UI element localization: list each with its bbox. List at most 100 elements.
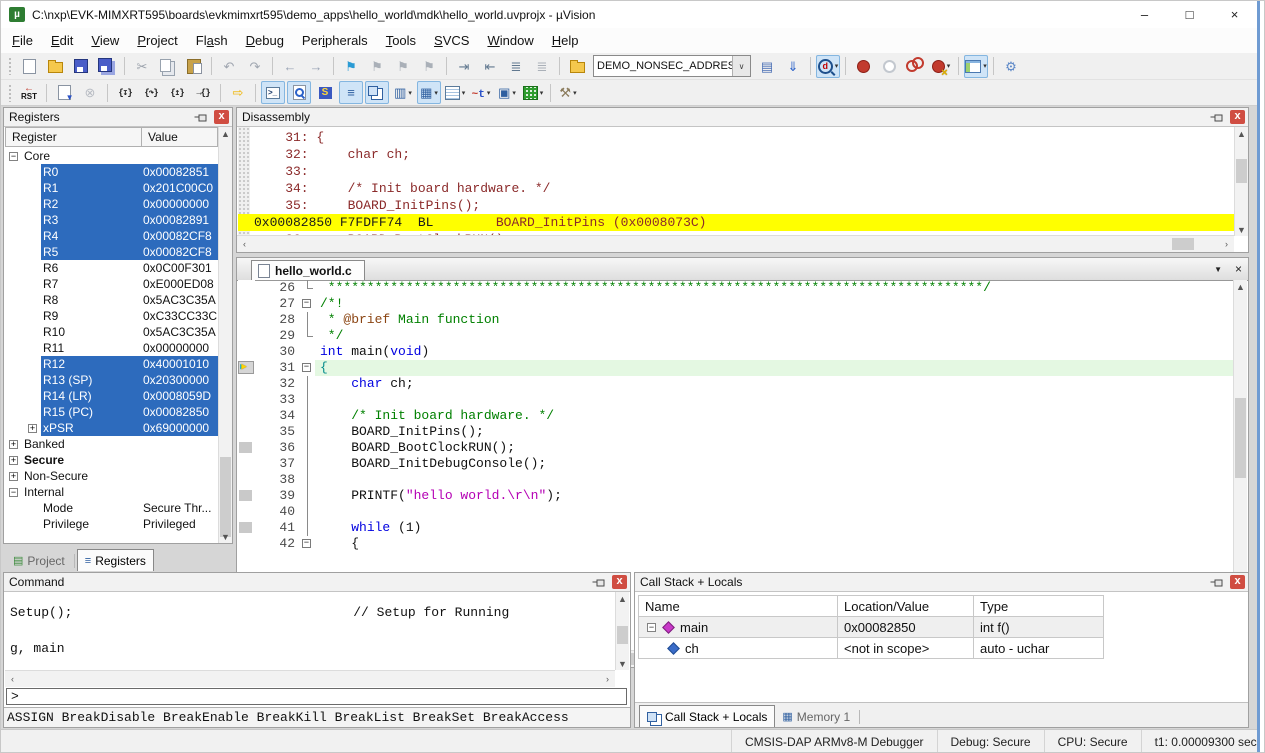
editor-line-38[interactable]: 38 (238, 472, 1233, 488)
menu-file[interactable]: File (4, 30, 41, 51)
close-icon[interactable]: x (214, 110, 229, 124)
register-row-xpsr[interactable]: +xPSR0x69000000 (5, 420, 218, 436)
window-layout-button[interactable]: ▾ (964, 55, 988, 78)
register-row-r7[interactable]: R70xE000ED08 (5, 276, 218, 292)
register-row-r4[interactable]: R40x00082CF8 (5, 228, 218, 244)
menu-flash[interactable]: Flash (188, 30, 236, 51)
indent-button[interactable]: ⇥ (452, 55, 476, 78)
column-header-location[interactable]: Location/Value (838, 595, 974, 617)
call-stack-window-button[interactable] (365, 81, 389, 104)
toolbox-button[interactable]: ⚒▾ (556, 81, 580, 104)
fold-margin[interactable] (301, 312, 315, 328)
editor-line-28[interactable]: 28 * @brief Main function (238, 312, 1233, 328)
tab-registers[interactable]: ≡ Registers (77, 549, 154, 571)
register-row-r5[interactable]: R50x00082CF8 (5, 244, 218, 260)
copy-button[interactable] (156, 55, 180, 78)
expander-icon[interactable]: − (647, 623, 656, 632)
disassembly-vscrollbar[interactable]: ▲ ▼ (1234, 127, 1248, 236)
tab-hello-world-c[interactable]: hello_world.c (251, 260, 365, 280)
disassembly-window-button[interactable] (287, 81, 311, 104)
editor-line-35[interactable]: 35 BOARD_InitPins(); (238, 424, 1233, 440)
close-icon[interactable]: x (612, 575, 627, 589)
undo-button[interactable]: ↶ (217, 55, 241, 78)
command-output[interactable]: Setup(); // Setup for Running g, main (5, 592, 615, 670)
fold-margin[interactable] (301, 488, 315, 504)
fold-margin[interactable]: − (301, 296, 315, 312)
menu-tools[interactable]: Tools (378, 30, 424, 51)
tab-memory-1[interactable]: ▦ Memory 1 (775, 706, 857, 727)
expander-icon[interactable]: + (9, 440, 18, 449)
expander-icon[interactable]: − (9, 488, 18, 497)
column-header-register[interactable]: Register (5, 127, 142, 147)
register-row-non-secure[interactable]: +Non-Secure (5, 468, 218, 484)
register-row-r3[interactable]: R30x00082891 (5, 212, 218, 228)
menu-edit[interactable]: Edit (43, 30, 81, 51)
register-row-r10[interactable]: R100x5AC3C35A (5, 324, 218, 340)
menu-view[interactable]: View (83, 30, 127, 51)
analysis-window-button[interactable]: ~t▾ (469, 81, 493, 104)
open-folder-button[interactable] (43, 55, 67, 78)
kill-all-breakpoints-button[interactable] (903, 55, 927, 78)
register-row-r6[interactable]: R60x0C00F301 (5, 260, 218, 276)
fold-margin[interactable] (301, 472, 315, 488)
editor-line-30[interactable]: 30int main(void) (238, 344, 1233, 360)
register-row-r0[interactable]: R00x00082851 (5, 164, 218, 180)
pin-icon[interactable] (1211, 576, 1224, 588)
menu-window[interactable]: Window (479, 30, 541, 51)
editor-line-41[interactable]: 41 while (1) (238, 520, 1233, 536)
editor-line-34[interactable]: 34 /* Init board hardware. */ (238, 408, 1233, 424)
fold-margin[interactable] (301, 456, 315, 472)
symbol-window-button[interactable] (313, 81, 337, 104)
editor-line-39[interactable]: 39 PRINTF("hello world.\r\n"); (238, 488, 1233, 504)
memory-window-button[interactable]: ▦▾ (417, 81, 441, 104)
register-row-r8[interactable]: R80x5AC3C35A (5, 292, 218, 308)
chevron-down-icon[interactable]: ▾ (408, 89, 412, 97)
find-in-files-button[interactable]: d▾ (816, 55, 840, 78)
registers-scrollbar[interactable]: ▲ ▼ (218, 127, 232, 543)
register-row-r13-sp-[interactable]: R13 (SP)0x20300000 (5, 372, 218, 388)
disassembly-content[interactable]: ▶ 31: { 32: char ch; 33: 34: /* Init boa… (238, 127, 1234, 236)
fold-margin[interactable] (301, 408, 315, 424)
step-out-button[interactable]: {↥} (165, 81, 189, 104)
close-icon[interactable]: x (1230, 110, 1245, 124)
bookmark-next-button[interactable]: ⚑ (391, 55, 415, 78)
editor-line-26[interactable]: 26 *************************************… (238, 280, 1233, 296)
chevron-down-icon[interactable]: ▾ (540, 89, 544, 97)
pin-icon[interactable] (195, 111, 208, 123)
expander-icon[interactable]: − (9, 152, 18, 161)
disassembly-hscrollbar[interactable]: ‹ › (237, 235, 1234, 252)
run-to-cursor-button[interactable]: →{} (191, 81, 215, 104)
fold-collapse-icon[interactable]: − (302, 539, 311, 548)
fold-collapse-icon[interactable]: − (302, 299, 311, 308)
new-file-button[interactable] (17, 55, 41, 78)
step-over-button[interactable]: {↷} (139, 81, 163, 104)
registers-window-button[interactable]: ≡ (339, 81, 363, 104)
bookmark-toggle-button[interactable]: ⚑ (339, 55, 363, 78)
close-icon[interactable]: x (1230, 575, 1245, 589)
callstack-row-ch[interactable]: ch <not in scope> auto - uchar (638, 638, 1104, 659)
chevron-down-icon[interactable]: ▾ (573, 89, 577, 97)
cut-button[interactable]: ✂ (130, 55, 154, 78)
fold-margin[interactable] (301, 328, 315, 344)
show-next-statement-button[interactable]: ⇨ (226, 81, 250, 104)
unindent-button[interactable]: ⇤ (478, 55, 502, 78)
register-row-r9[interactable]: R90xC33CC33C (5, 308, 218, 324)
chevron-down-icon[interactable]: ▾ (462, 89, 466, 97)
fold-margin[interactable] (301, 424, 315, 440)
column-header-value[interactable]: Value (142, 127, 218, 147)
disable-all-breakpoints-button[interactable]: ▾ (929, 55, 953, 78)
tab-call-stack-locals[interactable]: Call Stack + Locals (639, 705, 775, 727)
insert-breakpoint-button[interactable] (851, 55, 875, 78)
menu-help[interactable]: Help (544, 30, 587, 51)
menu-debug[interactable]: Debug (238, 30, 292, 51)
enable-disable-breakpoint-button[interactable] (877, 55, 901, 78)
pin-icon[interactable] (1211, 111, 1224, 123)
serial-window-button[interactable]: ▾ (443, 81, 467, 104)
register-row-r12[interactable]: R120x40001010 (5, 356, 218, 372)
register-row-privilege[interactable]: PrivilegePrivileged (5, 516, 218, 532)
fold-margin[interactable] (301, 504, 315, 520)
fold-margin[interactable] (301, 520, 315, 536)
command-input[interactable]: > (6, 688, 627, 705)
fold-collapse-icon[interactable]: − (302, 363, 311, 372)
download-to-flash-button[interactable]: ⇓ (781, 55, 805, 78)
